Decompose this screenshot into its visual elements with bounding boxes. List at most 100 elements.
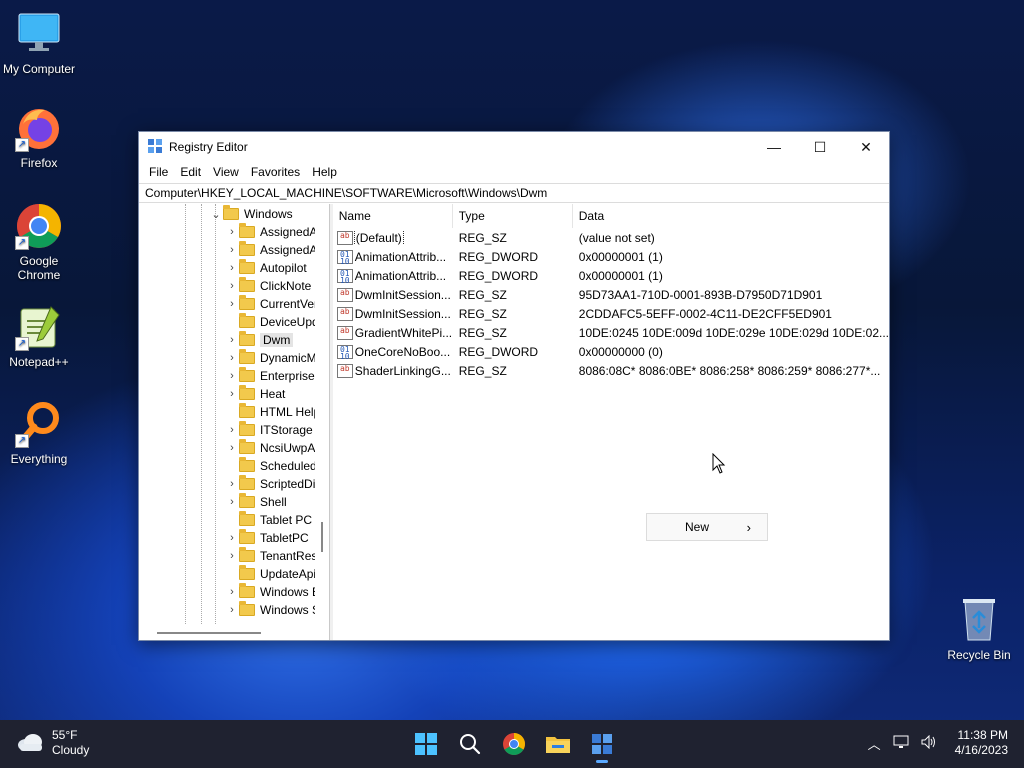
column-header-type[interactable]: Type xyxy=(453,204,573,228)
file-explorer-icon xyxy=(546,737,570,753)
taskbar-file-explorer[interactable] xyxy=(536,724,580,764)
tree-horizontal-scrollbar[interactable] xyxy=(139,624,329,640)
tree-node[interactable]: › Dwm xyxy=(225,331,294,349)
search-button[interactable] xyxy=(448,724,492,764)
mouse-cursor-icon xyxy=(712,452,726,478)
tree-node[interactable]: DeviceUpdate xyxy=(225,313,315,331)
chevron-right-icon[interactable]: › xyxy=(225,334,239,346)
tree-node[interactable]: › NcsiUwpApp xyxy=(225,439,315,457)
menu-file[interactable]: File xyxy=(143,165,174,179)
tree-node[interactable]: › TenantRestrict xyxy=(225,547,315,565)
desktop-icon-everything[interactable]: ↗ Everything xyxy=(0,400,78,466)
chevron-right-icon[interactable]: › xyxy=(225,262,239,274)
folder-icon xyxy=(239,385,255,400)
chevron-right-icon[interactable]: › xyxy=(225,586,239,598)
registry-value-row[interactable]: 01 10 AnimationAttrib... REG_DWORD 0x0000000… xyxy=(333,247,889,266)
tree-node[interactable]: ScheduledDiag xyxy=(225,457,315,475)
chevron-right-icon[interactable]: › xyxy=(225,604,239,616)
desktop-icon-recycle-bin[interactable]: Recycle Bin xyxy=(940,596,1018,662)
folder-icon xyxy=(239,295,255,310)
network-icon[interactable] xyxy=(893,735,909,752)
registry-value-row[interactable]: 01 10 OneCoreNoBoo... REG_DWORD 0x00000000 (… xyxy=(333,342,889,361)
chevron-up-icon[interactable]: ︿ xyxy=(868,734,881,753)
desktop-icon-label: Everything xyxy=(10,452,68,466)
registry-value-row[interactable]: ab ShaderLinkingG... REG_SZ 8086:08C* 8086:… xyxy=(333,361,889,380)
registry-value-row[interactable]: ab GradientWhitePi... REG_SZ 10DE:0245 10DE… xyxy=(333,323,889,342)
registry-value-row[interactable]: 01 10 AnimationAttrib... REG_DWORD 0x0000000… xyxy=(333,266,889,285)
taskbar-registry-editor[interactable] xyxy=(580,724,624,764)
chrome-icon xyxy=(503,733,525,755)
taskbar-chrome[interactable] xyxy=(492,724,536,764)
weather-widget[interactable]: 55°F Cloudy xyxy=(16,728,89,758)
chevron-right-icon[interactable]: › xyxy=(225,226,239,238)
menu-edit[interactable]: Edit xyxy=(174,165,207,179)
value-name: ShaderLinkingG... xyxy=(354,363,451,378)
tree-node[interactable]: › Windows Error xyxy=(225,583,315,601)
maximize-button[interactable]: ☐ xyxy=(797,132,843,162)
chevron-right-icon[interactable]: › xyxy=(225,532,239,544)
tree-node[interactable]: UpdateApi xyxy=(225,565,315,583)
chevron-right-icon[interactable]: › xyxy=(225,550,239,562)
tree-node[interactable]: › AssignedAcce xyxy=(225,241,315,259)
address-bar[interactable]: Computer\HKEY_LOCAL_MACHINE\SOFTWARE\Mic… xyxy=(139,183,889,203)
binary-value-icon: 01 10 xyxy=(336,249,353,264)
column-header-data[interactable]: Data xyxy=(573,204,889,228)
registry-value-row[interactable]: ab (Default) REG_SZ (value not set) xyxy=(333,228,889,247)
chevron-right-icon[interactable]: › xyxy=(225,478,239,490)
start-button[interactable] xyxy=(404,724,448,764)
menu-view[interactable]: View xyxy=(207,165,245,179)
context-menu-new[interactable]: New › xyxy=(646,513,768,541)
chevron-down-icon[interactable]: ⌄ xyxy=(209,208,223,221)
menu-favorites[interactable]: Favorites xyxy=(245,165,306,179)
title-bar[interactable]: Registry Editor — ☐ ✕ xyxy=(139,132,889,162)
registry-value-row[interactable]: ab DwmInitSession... REG_SZ 95D73AA1-710D-0… xyxy=(333,285,889,304)
chevron-right-icon[interactable]: › xyxy=(225,244,239,256)
key-tree-pane[interactable]: ⌄ Windows › AssignedAcce › AssignedAcce › Aut… xyxy=(139,204,330,640)
value-data: 2CDDAFC5-5EFF-0002-4C11-DE2CFF5ED901 xyxy=(578,306,832,321)
column-header-name[interactable]: Name xyxy=(333,204,453,228)
values-list-pane[interactable]: Name Type Data ab (Default) REG_SZ (value n… xyxy=(329,204,889,640)
tree-node[interactable]: HTML Help xyxy=(225,403,315,421)
chevron-right-icon[interactable]: › xyxy=(225,280,239,292)
desktop-icon-notepadpp[interactable]: ↗ Notepad++ xyxy=(0,303,78,369)
value-data: 0x00000000 (0) xyxy=(578,344,663,359)
tree-node[interactable]: › ScriptedDiagn xyxy=(225,475,315,493)
tree-node[interactable]: › CurrentVersion xyxy=(225,295,315,313)
chevron-right-icon[interactable]: › xyxy=(225,370,239,382)
volume-icon[interactable] xyxy=(921,734,937,752)
tree-node[interactable]: › Heat xyxy=(225,385,285,403)
notepadpp-icon: ↗ xyxy=(15,303,63,351)
chevron-right-icon[interactable]: › xyxy=(225,352,239,364)
value-type: REG_SZ xyxy=(458,306,507,321)
chevron-right-icon[interactable]: › xyxy=(225,388,239,400)
tree-node[interactable]: › TabletPC xyxy=(225,529,309,547)
tree-node[interactable]: › ClickNote xyxy=(225,277,311,295)
chevron-right-icon[interactable]: › xyxy=(225,496,239,508)
tree-vertical-scrollbar[interactable] xyxy=(314,204,329,624)
tree-node[interactable]: › EnterpriseResc xyxy=(225,367,315,385)
system-clock[interactable]: 11:38 PM 4/16/2023 xyxy=(955,728,1008,758)
value-name: (Default) xyxy=(353,230,404,245)
tree-node[interactable]: Tablet PC xyxy=(225,511,312,529)
menu-help[interactable]: Help xyxy=(306,165,343,179)
tree-node[interactable]: › Windows Sear xyxy=(225,601,315,619)
desktop-icon-my-computer[interactable]: My Computer xyxy=(0,10,78,76)
folder-icon xyxy=(239,439,255,454)
recycle-bin-icon xyxy=(955,596,1003,644)
value-type: REG_DWORD xyxy=(458,268,539,283)
chevron-right-icon[interactable]: › xyxy=(225,442,239,454)
registry-value-row[interactable]: ab DwmInitSession... REG_SZ 2CDDAFC5-5EFF-0… xyxy=(333,304,889,323)
desktop-icon-firefox[interactable]: ↗ Firefox xyxy=(0,104,78,170)
close-button[interactable]: ✕ xyxy=(843,132,889,162)
tree-node[interactable]: › AssignedAcce xyxy=(225,223,315,241)
minimize-button[interactable]: — xyxy=(751,132,797,162)
tree-node-windows[interactable]: ⌄ Windows xyxy=(209,205,293,223)
tree-node[interactable]: › Autopilot xyxy=(225,259,307,277)
tree-node[interactable]: › DynamicMana xyxy=(225,349,315,367)
chevron-right-icon[interactable]: › xyxy=(225,424,239,436)
desktop-icon-google-chrome[interactable]: ↗ Google Chrome xyxy=(0,202,78,282)
tree-node[interactable]: › Shell xyxy=(225,493,287,511)
value-type: REG_SZ xyxy=(458,230,507,245)
tree-node[interactable]: › ITStorage xyxy=(225,421,313,439)
chevron-right-icon[interactable]: › xyxy=(225,298,239,310)
